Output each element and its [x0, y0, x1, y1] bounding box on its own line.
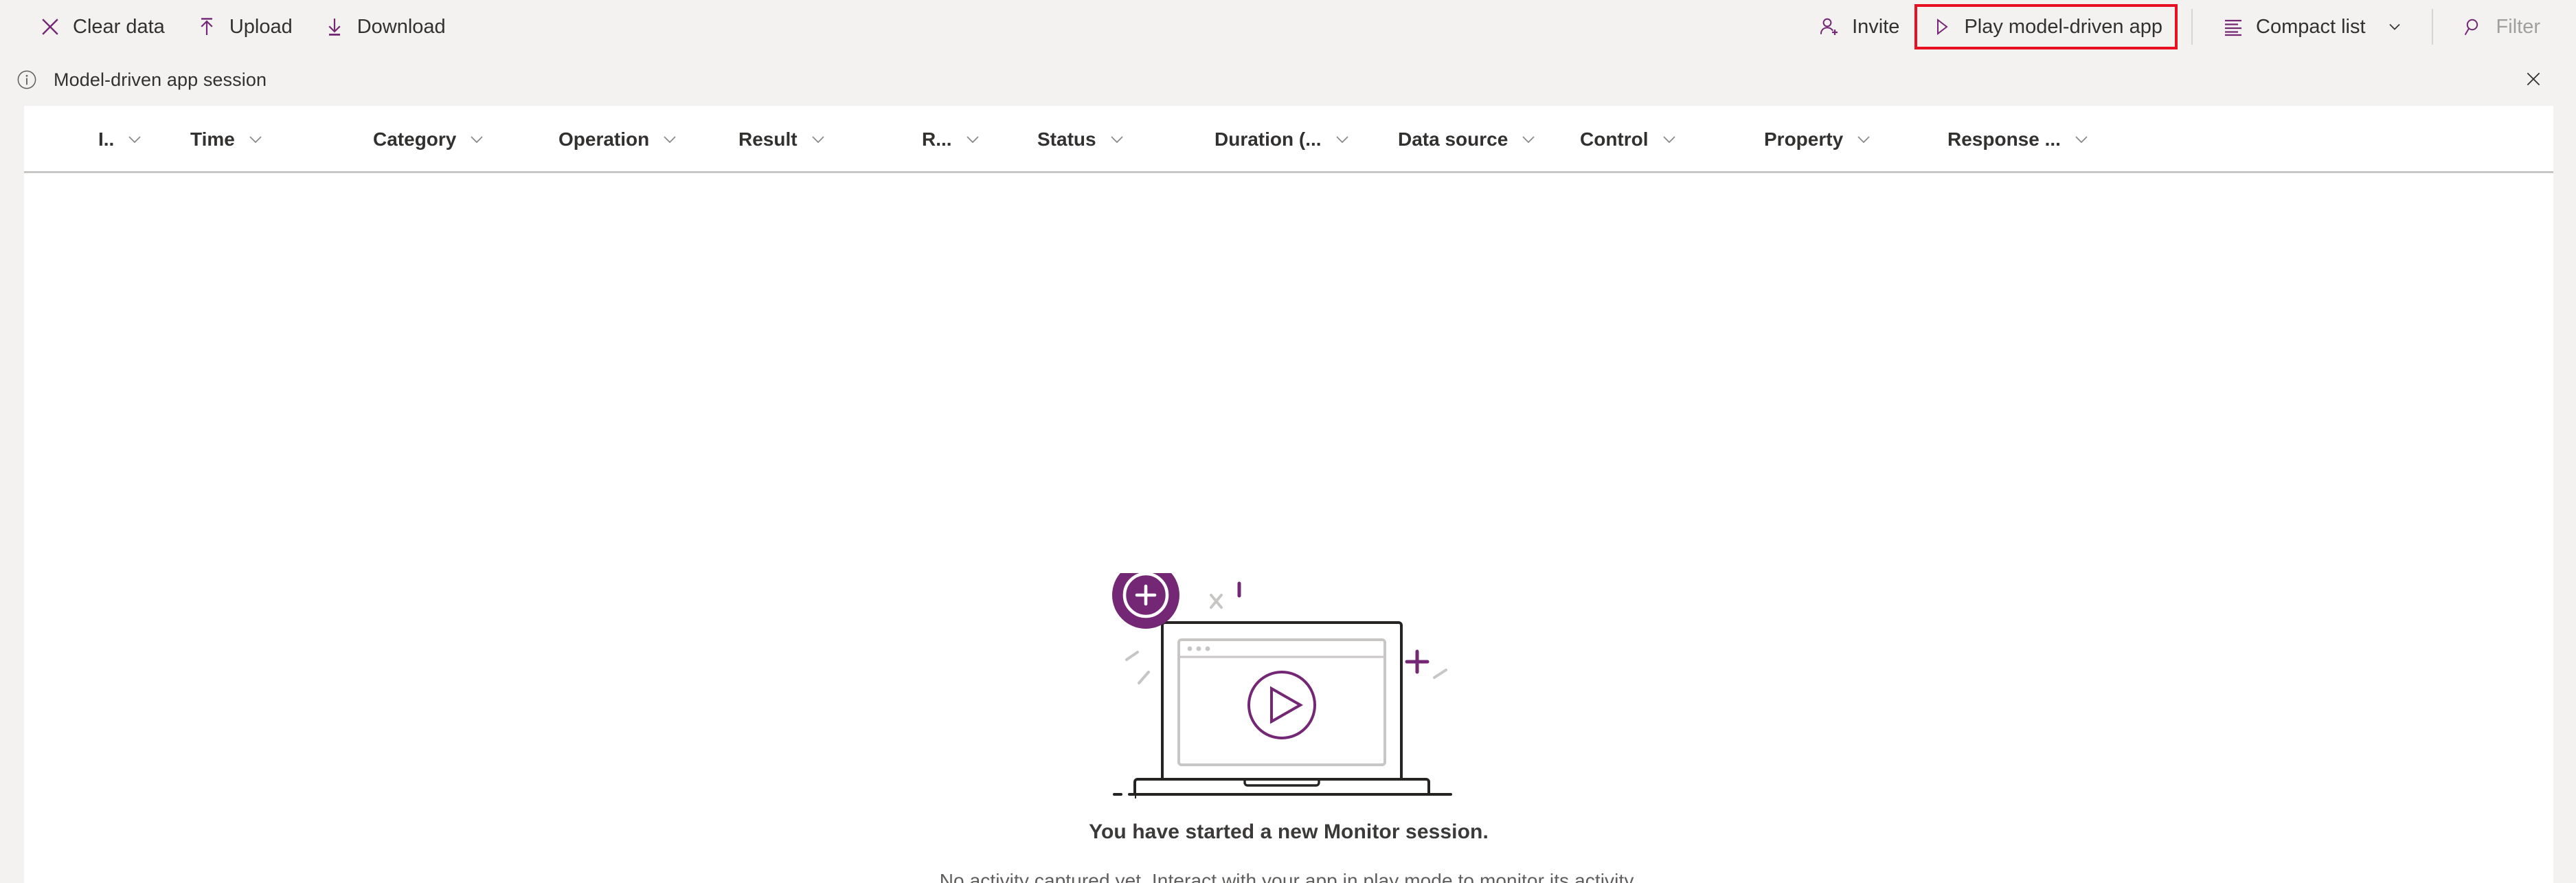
- command-bar-left-group: Clear data Upload Download: [23, 0, 461, 54]
- upload-icon: [195, 15, 218, 38]
- clear-data-button[interactable]: Clear data: [23, 5, 180, 48]
- chevron-down-icon[interactable]: [467, 130, 486, 149]
- column-header-result[interactable]: Result: [738, 106, 920, 173]
- laptop-play-button-illustration: [1110, 561, 1467, 807]
- chevron-down-icon[interactable]: [660, 130, 679, 149]
- invite-label: Invite: [1852, 15, 1900, 38]
- column-header-duration[interactable]: Duration (...: [1214, 106, 1399, 173]
- play-triangle-icon: [1930, 15, 1953, 38]
- chevron-down-icon[interactable]: [1107, 130, 1127, 149]
- info-circle-icon: [15, 68, 38, 91]
- invite-button[interactable]: Invite: [1803, 5, 1914, 48]
- column-header-time[interactable]: Time: [190, 106, 369, 173]
- session-label: Model-driven app session: [54, 69, 267, 90]
- column-header-property[interactable]: Property: [1764, 106, 1948, 173]
- monitor-content-area: I.. Time Category Operation Result R... …: [24, 106, 2553, 883]
- toolbar-divider-2: [2431, 9, 2433, 45]
- column-header-data-source[interactable]: Data source: [1398, 106, 1582, 173]
- command-bar-right-group: Invite Play model-driven app Compact lis…: [1803, 0, 2555, 54]
- command-bar: Clear data Upload Download Invite Play m…: [0, 0, 2576, 54]
- column-header-control[interactable]: Control: [1580, 106, 1764, 173]
- column-header-id[interactable]: I..: [98, 106, 188, 173]
- column-header-r-truncated[interactable]: R...: [922, 106, 1039, 173]
- chevron-down-icon[interactable]: [1519, 130, 1538, 149]
- play-model-driven-app-button[interactable]: Play model-driven app: [1914, 4, 2178, 49]
- session-notification-bar: Model-driven app session: [0, 54, 2576, 106]
- column-label: Control: [1580, 128, 1649, 150]
- upload-label: Upload: [229, 15, 293, 38]
- chevron-down-icon[interactable]: [125, 130, 144, 149]
- toolbar-divider-1: [2191, 9, 2193, 45]
- empty-state-subtitle: No activity captured yet. Interact with …: [939, 870, 1638, 883]
- chevron-down-icon[interactable]: [246, 130, 265, 149]
- column-label: Status: [1037, 128, 1096, 150]
- search-filter-icon: [2462, 15, 2485, 38]
- compact-list-button[interactable]: Compact list: [2206, 5, 2418, 48]
- session-close-button[interactable]: [2518, 65, 2549, 95]
- close-icon: [2524, 70, 2542, 90]
- download-label: Download: [357, 15, 446, 38]
- empty-state: You have started a new Monitor session. …: [24, 173, 2553, 883]
- monitor-app-window: Clear data Upload Download Invite Play m…: [0, 0, 2576, 883]
- column-header-category[interactable]: Category: [373, 106, 558, 173]
- column-header-operation[interactable]: Operation: [558, 106, 741, 173]
- column-label: Response ...: [1947, 128, 2061, 150]
- upload-button[interactable]: Upload: [180, 5, 308, 48]
- column-label: Data source: [1398, 128, 1509, 150]
- download-icon: [323, 15, 346, 38]
- session-bar-content: Model-driven app session: [15, 68, 267, 91]
- compact-list-label: Compact list: [2256, 15, 2366, 38]
- grid-column-header-row: I.. Time Category Operation Result R... …: [24, 106, 2553, 173]
- clear-data-icon: [38, 15, 62, 38]
- column-label: R...: [922, 128, 952, 150]
- play-model-driven-app-label: Play model-driven app: [1964, 15, 2162, 38]
- chevron-down-icon[interactable]: [1333, 130, 1352, 149]
- chevron-down-icon[interactable]: [1660, 130, 1679, 149]
- column-label: Category: [373, 128, 457, 150]
- filter-label: Filter: [2496, 15, 2540, 38]
- clear-data-label: Clear data: [73, 15, 165, 38]
- chevron-down-icon[interactable]: [809, 130, 828, 149]
- column-label: Time: [190, 128, 235, 150]
- compact-list-icon: [2222, 15, 2245, 38]
- column-label: I..: [98, 128, 115, 150]
- column-label: Duration (...: [1214, 128, 1322, 150]
- filter-button[interactable]: Filter: [2447, 5, 2555, 48]
- download-button[interactable]: Download: [308, 5, 461, 48]
- chevron-down-icon[interactable]: [963, 130, 982, 149]
- column-label: Operation: [558, 128, 650, 150]
- column-label: Property: [1764, 128, 1844, 150]
- invite-person-add-icon: [1818, 15, 1841, 38]
- column-header-response[interactable]: Response ...: [1947, 106, 2154, 173]
- chevron-down-icon: [2386, 19, 2403, 35]
- chevron-down-icon[interactable]: [2072, 130, 2091, 149]
- chevron-down-icon[interactable]: [1854, 130, 1873, 149]
- empty-state-title: You have started a new Monitor session.: [1089, 820, 1489, 843]
- column-label: Result: [738, 128, 798, 150]
- column-header-status[interactable]: Status: [1037, 106, 1208, 173]
